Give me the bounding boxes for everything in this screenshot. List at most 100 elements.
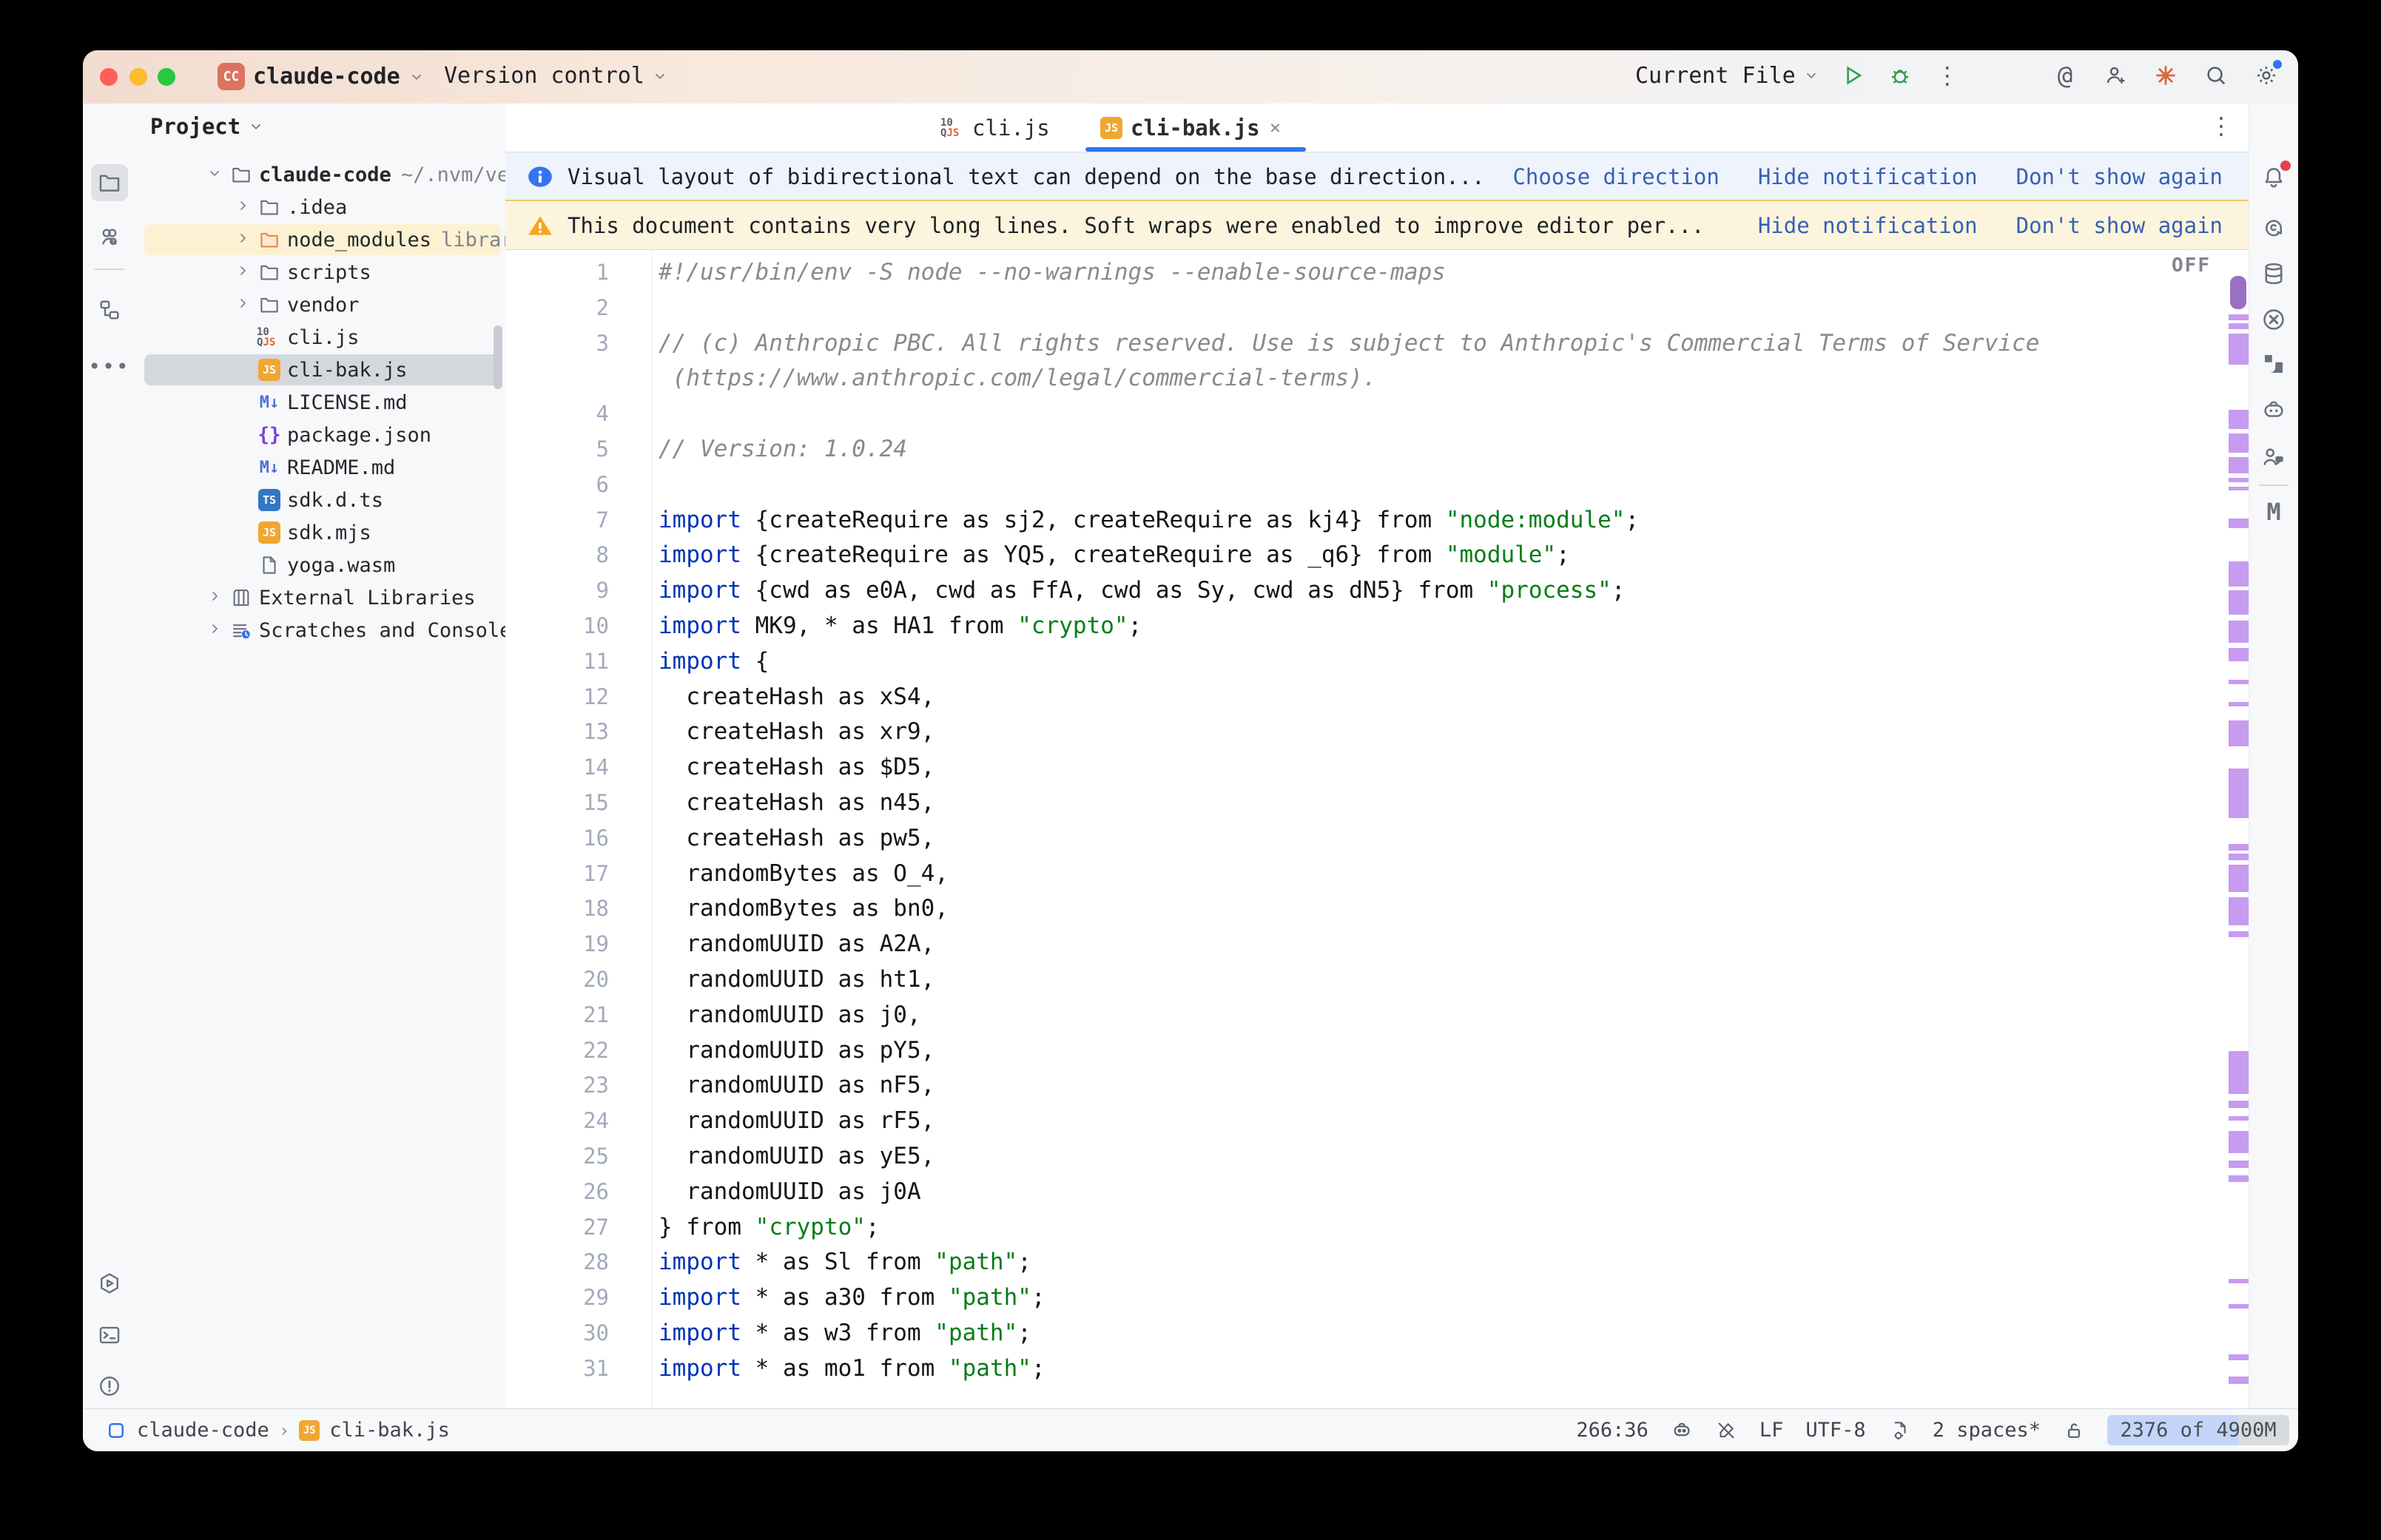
editor-tab-cli-js[interactable]: 10QJScli.js bbox=[940, 104, 1081, 152]
stripe-mark bbox=[2229, 1279, 2249, 1283]
tree-item-cli-bak-js[interactable]: JScli-bak.js bbox=[135, 354, 505, 386]
code-line-21: 21 randomUUID as j0, bbox=[505, 997, 2227, 1033]
code-editor[interactable]: OFF 1#!/usr/bin/env -S node --no-warning… bbox=[505, 249, 2249, 1409]
minimize-window-button[interactable] bbox=[129, 68, 147, 86]
code-line-28: 28import * as Sl from "path"; bbox=[505, 1244, 2227, 1280]
chevron-right-icon[interactable] bbox=[234, 294, 252, 315]
terminal-icon[interactable] bbox=[91, 1317, 128, 1354]
tree-item-node-modules[interactable]: node_moduleslibrary bbox=[135, 223, 505, 256]
tree-item-vendor[interactable]: vendor bbox=[135, 288, 505, 321]
chevron-down-icon bbox=[408, 69, 425, 85]
code-text: // Version: 1.0.24 bbox=[659, 436, 907, 462]
js-icon: JS bbox=[257, 357, 282, 382]
zoom-window-button[interactable] bbox=[158, 68, 175, 86]
tree-item-package-json[interactable]: {}package.json bbox=[135, 419, 505, 451]
code-line-18: 18 randomBytes as bn0, bbox=[505, 891, 2227, 926]
chevron-right-icon[interactable] bbox=[234, 197, 252, 217]
indent-config-icon[interactable] bbox=[1888, 1419, 1910, 1442]
code-text: createHash as pw5, bbox=[659, 825, 934, 851]
tree-item-sdk-d-ts[interactable]: TSsdk.d.ts bbox=[135, 484, 505, 516]
unlock-icon[interactable] bbox=[2063, 1419, 2085, 1442]
notifications-bell-icon[interactable] bbox=[2257, 161, 2291, 195]
strip-divider bbox=[2259, 484, 2289, 486]
tree-item-sdk-mjs[interactable]: JSsdk.mjs bbox=[135, 516, 505, 549]
chevron-down-icon[interactable] bbox=[206, 164, 223, 185]
tree-item--idea[interactable]: .idea bbox=[135, 191, 505, 223]
ai-assistant-icon[interactable] bbox=[2257, 211, 2291, 245]
caret-position[interactable]: 266:36 bbox=[1576, 1419, 1648, 1442]
code-with-me-icon[interactable] bbox=[2257, 439, 2291, 473]
database-icon[interactable] bbox=[2257, 257, 2291, 291]
project-widget[interactable]: CC claude-code bbox=[218, 63, 425, 90]
ai-burst-button[interactable] bbox=[2152, 61, 2180, 90]
tree-item-suffix: ~/.nvm/vers bbox=[401, 163, 506, 186]
stripe-mark bbox=[2229, 702, 2249, 706]
code-text: import {cwd as e0A, cwd as FfA, cwd as S… bbox=[659, 577, 1625, 604]
code-text: randomUUID as j0, bbox=[659, 1002, 921, 1028]
services-icon[interactable] bbox=[91, 1265, 128, 1302]
project-folder-icon[interactable] bbox=[91, 164, 128, 201]
chevron-right-icon[interactable] bbox=[234, 229, 252, 250]
debug-button[interactable] bbox=[1886, 61, 1914, 90]
breadcrumb: claude-code › JS cli-bak.js bbox=[105, 1419, 450, 1442]
settings-button[interactable] bbox=[2252, 61, 2280, 90]
tree-item-claude-code[interactable]: claude-code~/.nvm/vers bbox=[135, 158, 505, 191]
search-everywhere-button[interactable] bbox=[2202, 61, 2230, 90]
breadcrumb-project[interactable]: claude-code bbox=[137, 1419, 269, 1442]
code-text: import * as Sl from "path"; bbox=[659, 1249, 1031, 1275]
chevron-right-icon[interactable] bbox=[206, 620, 223, 641]
breadcrumb-file[interactable]: cli-bak.js bbox=[329, 1419, 450, 1442]
pinwheel-plugin-icon[interactable] bbox=[2257, 347, 2291, 381]
encoding-widget[interactable]: UTF-8 bbox=[1805, 1419, 1865, 1442]
project-panel-header[interactable]: Project bbox=[150, 114, 264, 139]
mentions-icon[interactable]: @ bbox=[2051, 61, 2079, 90]
copilot-icon[interactable] bbox=[2257, 394, 2291, 428]
highlighting-disabled-icon[interactable] bbox=[1715, 1419, 1737, 1442]
tree-item-label: package.json bbox=[287, 424, 431, 447]
problems-icon[interactable] bbox=[91, 1368, 128, 1405]
close-tab-icon[interactable]: × bbox=[1270, 117, 1282, 139]
tree-item-yoga-wasm[interactable]: yoga.wasm bbox=[135, 549, 505, 581]
more-actions-button[interactable]: ⋮ bbox=[1933, 61, 1961, 90]
right-tool-strip: M bbox=[2249, 104, 2298, 1409]
run-button[interactable] bbox=[1839, 61, 1867, 90]
vcs-help-icon[interactable]: ? bbox=[91, 218, 128, 255]
copilot-status-icon[interactable] bbox=[1671, 1419, 1693, 1442]
tree-item-external-libraries[interactable]: External Libraries bbox=[135, 581, 505, 614]
banner-action-don-t-show-again[interactable]: Don't show again bbox=[2016, 213, 2223, 238]
memory-indicator[interactable]: 2376 of 4900M bbox=[2107, 1415, 2289, 1445]
code-line-15: 15 createHash as n45, bbox=[505, 785, 2227, 820]
project-panel: Project claude-code~/.nvm/vers.ideanode_… bbox=[135, 104, 506, 1409]
banner-action-choose-direction[interactable]: Choose direction bbox=[1512, 164, 1719, 189]
line-separator-widget[interactable]: LF bbox=[1759, 1419, 1784, 1442]
banner-action-don-t-show-again[interactable]: Don't show again bbox=[2016, 164, 2223, 189]
x-circle-plugin-icon[interactable] bbox=[2257, 303, 2291, 337]
chevron-down-icon bbox=[1803, 67, 1819, 84]
tree-item-scripts[interactable]: scripts bbox=[135, 256, 505, 288]
warning-banner-text: This document contains very long lines. … bbox=[568, 213, 1704, 238]
banner-action-hide-notification[interactable]: Hide notification bbox=[1758, 164, 1978, 189]
editor-tab-cli-bak-js[interactable]: JScli-bak.js× bbox=[1099, 104, 1293, 152]
line-number: 21 bbox=[505, 1002, 609, 1027]
tab-options-kebab-icon[interactable]: ⋮ bbox=[2209, 114, 2233, 138]
indent-widget[interactable]: 2 spaces* bbox=[1933, 1419, 2041, 1442]
close-window-button[interactable] bbox=[100, 68, 118, 86]
stripe-mark bbox=[2229, 865, 2249, 892]
m-plugin-icon[interactable]: M bbox=[2257, 495, 2291, 529]
run-configuration-selector[interactable]: Current File bbox=[1635, 63, 1819, 89]
error-stripe-scrollbar[interactable] bbox=[2229, 249, 2249, 1409]
tree-item-cli-js[interactable]: 10QJScli.js bbox=[135, 321, 505, 354]
tree-item-readme-md[interactable]: M↓README.md bbox=[135, 451, 505, 484]
structure-icon[interactable] bbox=[91, 291, 128, 328]
scrollbar-thumb[interactable] bbox=[2230, 276, 2246, 309]
banner-action-hide-notification[interactable]: Hide notification bbox=[1758, 213, 1978, 238]
more-tool-windows-icon[interactable]: ••• bbox=[91, 348, 128, 385]
panel-scrollbar-thumb[interactable] bbox=[494, 325, 502, 389]
vcs-widget[interactable]: Version control bbox=[444, 63, 668, 89]
chevron-right-icon[interactable] bbox=[234, 262, 252, 283]
add-user-button[interactable] bbox=[2101, 61, 2129, 90]
tree-item-license-md[interactable]: M↓LICENSE.md bbox=[135, 386, 505, 419]
chevron-right-icon[interactable] bbox=[206, 587, 223, 608]
tree-item-scratches-and-consoles[interactable]: Scratches and Consoles bbox=[135, 614, 505, 646]
line-number: 12 bbox=[505, 684, 609, 709]
